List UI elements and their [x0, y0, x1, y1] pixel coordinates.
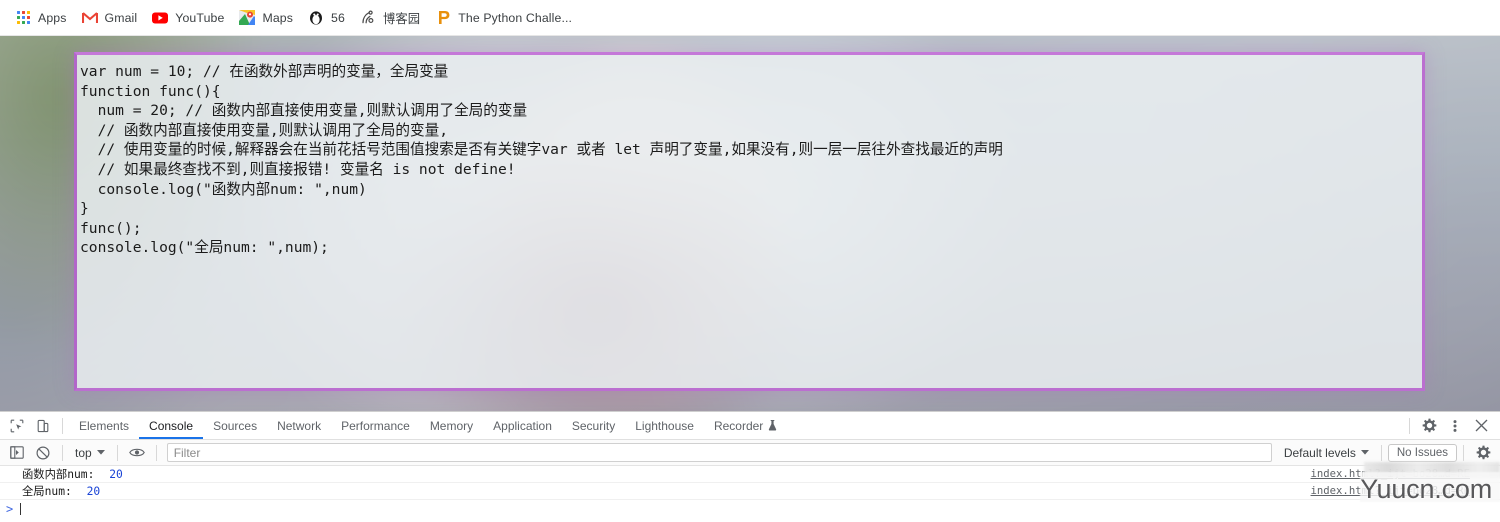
bookmark-label: 博客园	[382, 11, 421, 26]
toolbar-divider	[62, 417, 63, 434]
bookmark-label: The Python Challe...	[458, 10, 573, 25]
filterbar-divider	[155, 444, 157, 461]
apps-grid-icon	[15, 10, 31, 26]
issues-button[interactable]: No Issues	[1387, 443, 1457, 462]
console-message-text: 函数内部num:	[22, 468, 102, 481]
bookmark-item-maps[interactable]: Maps	[233, 5, 302, 31]
gmail-icon	[81, 10, 98, 26]
tab-console[interactable]: Console	[139, 412, 203, 439]
code-snippet: var num = 10; // 在函数外部声明的变量，全局变量 functio…	[80, 63, 1003, 257]
tab-lighthouse[interactable]: Lighthouse	[625, 412, 704, 439]
bookmark-item-python-challenge[interactable]: The Python Challe...	[429, 5, 581, 31]
tab-recorder[interactable]: Recorder	[704, 412, 787, 439]
python-challenge-icon	[435, 10, 451, 26]
prompt-caret-icon: >	[6, 502, 14, 516]
filterbar-divider	[1463, 444, 1464, 461]
chevron-down-icon	[96, 450, 105, 455]
bookmark-item-56[interactable]: 56	[302, 5, 354, 31]
console-source-link[interactable]: index.html?_ijt=bo28…d=RE	[1311, 468, 1470, 480]
code-block: var num = 10; // 在函数外部声明的变量，全局变量 functio…	[74, 52, 1425, 391]
device-toolbar-icon[interactable]	[30, 414, 56, 438]
bookmark-label: 56	[331, 10, 345, 25]
tab-security[interactable]: Security	[562, 412, 625, 439]
live-expression-eye-icon[interactable]	[124, 441, 150, 465]
bookmark-label: Apps	[38, 10, 67, 25]
chevron-down-icon	[1360, 450, 1369, 455]
youtube-icon	[152, 10, 169, 26]
toolbar-divider	[1409, 417, 1410, 434]
console-settings-gear-icon[interactable]	[1470, 441, 1496, 465]
console-message-value: 20	[86, 484, 101, 498]
console-sidebar-icon[interactable]	[4, 441, 30, 465]
close-icon[interactable]	[1468, 414, 1494, 438]
bookmark-label: Maps	[262, 10, 294, 25]
console-message-row[interactable]: 全局num: 20 index.html?_ijt=bo28…d=RE	[0, 483, 1500, 500]
page-viewport: var num = 10; // 在函数外部声明的变量，全局变量 functio…	[0, 36, 1500, 411]
console-output: 函数内部num: 20 index.html?_ijt=bo28…d=RE 全局…	[0, 466, 1500, 518]
devtools-tabbar-right	[1403, 414, 1500, 438]
execution-context-dropdown[interactable]: top	[69, 443, 111, 463]
maps-icon	[239, 10, 256, 26]
tab-recorder-label: Recorder	[713, 418, 764, 433]
tab-elements[interactable]: Elements	[69, 412, 139, 439]
console-filter-bar: top Default levels No Issues	[0, 440, 1500, 466]
devtools-tabbar: Elements Console Sources Network Perform…	[0, 412, 1500, 440]
bookmark-label: Gmail	[104, 10, 138, 25]
filterbar-divider	[1380, 444, 1382, 461]
tab-application[interactable]: Application	[483, 412, 562, 439]
console-message-text: 全局num:	[22, 485, 79, 498]
log-levels-label: Default levels	[1283, 445, 1356, 460]
log-levels-dropdown[interactable]: Default levels	[1278, 443, 1375, 463]
filter-input[interactable]	[166, 443, 1272, 462]
devtools-panel: Elements Console Sources Network Perform…	[0, 411, 1500, 522]
execution-context-value: top	[75, 445, 92, 460]
inspect-element-icon[interactable]	[4, 414, 30, 438]
bookmarks-bar: Apps Gmail YouTube Maps 56 博客园 The Pytho…	[0, 0, 1500, 36]
experimental-flask-icon	[768, 420, 777, 431]
tab-memory[interactable]: Memory	[420, 412, 483, 439]
cnblogs-icon	[360, 10, 376, 26]
tab-performance[interactable]: Performance	[331, 412, 420, 439]
penguin-icon	[308, 10, 324, 26]
bookmark-item-youtube[interactable]: YouTube	[146, 5, 233, 31]
console-prompt-row[interactable]: >	[0, 500, 1500, 518]
text-cursor	[20, 503, 22, 515]
gear-icon[interactable]	[1416, 414, 1442, 438]
console-message-value: 20	[109, 467, 123, 481]
bookmark-item-cnblogs[interactable]: 博客园	[354, 5, 429, 31]
clear-console-icon[interactable]	[30, 441, 56, 465]
bookmark-label: YouTube	[175, 10, 225, 25]
tab-network[interactable]: Network	[267, 412, 331, 439]
bookmark-item-gmail[interactable]: Gmail	[76, 5, 147, 31]
tab-sources[interactable]: Sources	[203, 412, 267, 439]
filterbar-divider	[62, 444, 63, 461]
kebab-menu-icon[interactable]	[1442, 414, 1468, 438]
bookmark-item-apps[interactable]: Apps	[9, 5, 76, 31]
console-message-row[interactable]: 函数内部num: 20 index.html?_ijt=bo28…d=RE	[0, 466, 1500, 483]
filterbar-divider	[116, 444, 118, 461]
console-source-link[interactable]: index.html?_ijt=bo28…d=RE	[1311, 485, 1470, 497]
